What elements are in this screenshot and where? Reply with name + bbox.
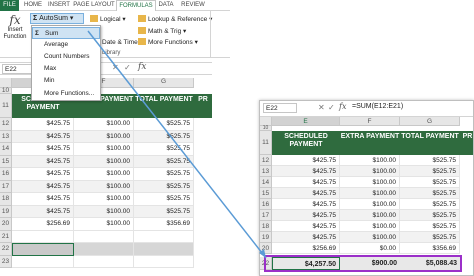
connector-arrow (87, 30, 267, 259)
